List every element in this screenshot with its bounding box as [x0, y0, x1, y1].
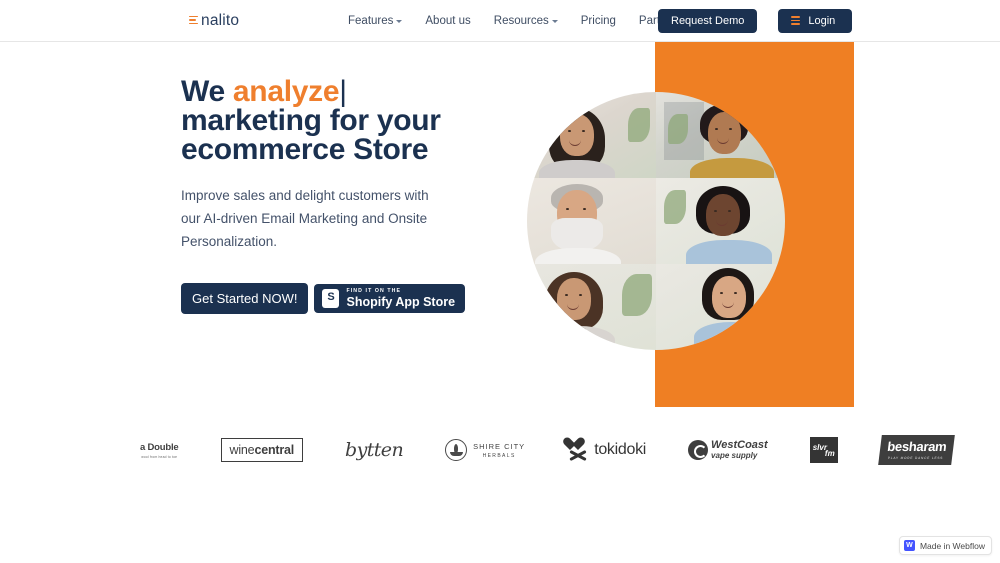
- nav-item-about-us[interactable]: About us: [425, 15, 470, 27]
- logo-text: nalito: [201, 11, 240, 29]
- get-started-button[interactable]: Get Started NOW!: [181, 283, 309, 314]
- shopify-button-eyebrow: FIND IT ON THE: [346, 287, 402, 294]
- client-logo-a-double-name: a Double: [140, 441, 179, 453]
- client-logo-shire-city-herbals: SHIRE CITY HERBALS: [445, 439, 525, 461]
- heart-skull-crossbones-icon: [567, 438, 589, 462]
- made-in-webflow-label: Made in Webflow: [919, 540, 985, 551]
- shire-city-seal-icon: [445, 439, 468, 461]
- nav-item-features-label: Features: [348, 14, 394, 27]
- westcoast-swirl-icon: [688, 440, 709, 460]
- shopify-button-labels: FIND IT ON THE Shopify App Store: [346, 287, 456, 309]
- hero-subheading: Improve sales and delight customers with…: [181, 188, 429, 249]
- hamburger-icon: [791, 16, 801, 25]
- nav-item-resources-label: Resources: [493, 14, 549, 27]
- client-logo-besharam: besharam PLAY MORE DANCE LESS: [877, 435, 955, 465]
- made-in-webflow-badge[interactable]: Made in Webflow: [898, 536, 992, 555]
- client-logo-shire-city-text: SHIRE CITY HERBALS: [473, 442, 525, 459]
- request-demo-button[interactable]: Request Demo: [658, 8, 758, 33]
- webflow-icon: [903, 540, 915, 551]
- nav-action-buttons: Request Demo Login: [658, 8, 853, 33]
- client-logo-shire-city-line1: SHIRE CITY: [473, 441, 526, 451]
- nav-item-pricing-label: Pricing: [580, 14, 616, 27]
- collage-tile-woman-blue-top: [656, 178, 785, 264]
- client-logo-westcoast-line2: vape supply: [711, 451, 758, 460]
- client-logo-strip: a Double wool from head to toe wine centr…: [0, 410, 1000, 490]
- primary-nav-links: Features About us Resources Pricing Part…: [348, 15, 682, 27]
- hero-cta-row: Get Started NOW! FIND IT ON THE Shopify …: [181, 283, 581, 314]
- client-logo-besharam-tagline: PLAY MORE DANCE LESS: [887, 456, 944, 460]
- client-logo-a-double: a Double wool from head to toe: [140, 442, 179, 459]
- collage-tile-woman-dark-hair: [527, 92, 656, 178]
- nav-item-resources[interactable]: Resources: [494, 15, 558, 27]
- client-logo-westcoast-vape-supply: WestCoast vape supply: [688, 440, 768, 460]
- hero-video-call-collage-image: [527, 92, 785, 350]
- client-logo-shire-city-line2: HERBALS: [482, 452, 516, 459]
- client-logo-westcoast-line1: WestCoast: [711, 439, 768, 451]
- client-logo-winecentral: wine central: [220, 438, 304, 462]
- login-button[interactable]: Login: [778, 8, 853, 33]
- client-logo-slvr-fm: slvr fm: [809, 437, 838, 463]
- chevron-down-icon: [396, 20, 403, 23]
- collage-tile-woman-smiling: [656, 264, 785, 350]
- client-logo-tokidoki: tokidoki: [567, 438, 646, 462]
- client-logo-winecentral-bold: central: [254, 443, 295, 457]
- client-logo-bytten: bytten: [345, 439, 404, 461]
- client-logo-westcoast-text: WestCoast vape supply: [711, 440, 768, 460]
- nav-item-features[interactable]: Features: [348, 14, 403, 27]
- collage-tile-woman-curly-hair: [527, 264, 656, 350]
- shopify-bag-icon: [322, 288, 340, 308]
- chevron-down-icon: [551, 20, 558, 23]
- nav-item-pricing[interactable]: Pricing: [581, 15, 616, 27]
- collage-tile-man-yellow-shirt: [656, 92, 785, 178]
- login-button-label: Login: [808, 14, 836, 27]
- enalito-e-bars-icon: [189, 15, 198, 26]
- client-logo-slvr-line2: fm: [824, 449, 835, 458]
- page-title: We analyze| marketing for your ecommerce…: [181, 77, 581, 166]
- client-logo-winecentral-light: wine: [229, 443, 255, 457]
- client-logo-besharam-name: besharam: [886, 439, 948, 454]
- shopify-app-store-button[interactable]: FIND IT ON THE Shopify App Store: [314, 283, 466, 314]
- nav-item-about-us-label: About us: [425, 14, 471, 27]
- headline-line-3: ecommerce Store: [181, 133, 429, 166]
- enalito-logo[interactable]: nalito: [189, 12, 239, 30]
- client-logo-a-double-tagline: wool from head to toe: [141, 454, 178, 459]
- client-logo-tokidoki-name: tokidoki: [594, 441, 647, 458]
- hero-section: We analyze| marketing for your ecommerce…: [0, 42, 1000, 410]
- top-navigation-bar: nalito Features About us Resources Prici…: [0, 0, 1000, 42]
- hero-text-block: We analyze| marketing for your ecommerce…: [181, 77, 581, 314]
- shopify-button-title: Shopify App Store: [346, 294, 456, 309]
- collage-tile-older-man-beard: [527, 178, 656, 264]
